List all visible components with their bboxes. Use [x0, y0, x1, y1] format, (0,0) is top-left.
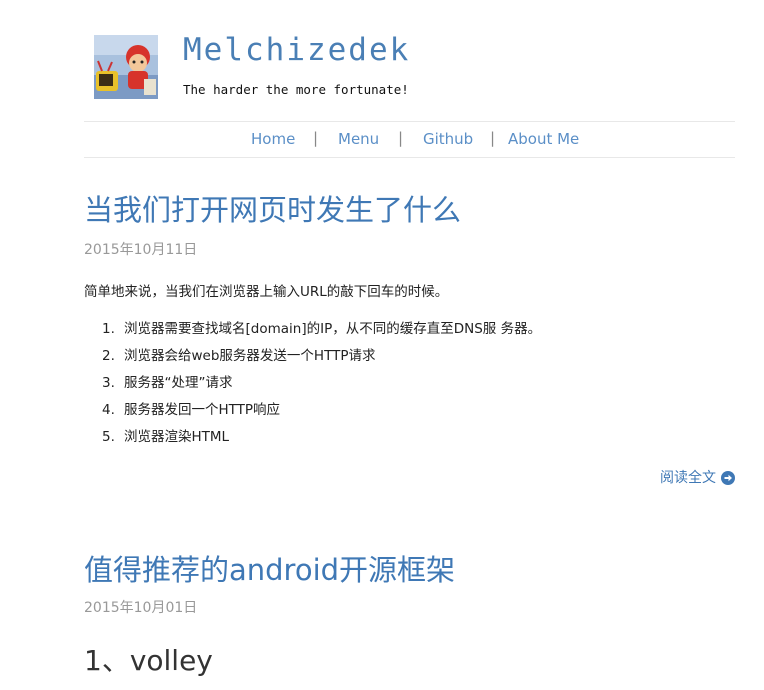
- list-item: 5. 浏览器渲染HTML: [102, 428, 541, 455]
- post-date: 2015年10月01日: [84, 600, 198, 616]
- post-title-link[interactable]: 当我们打开网页时发生了什么: [84, 196, 461, 225]
- read-more-link[interactable]: 阅读全文: [660, 471, 735, 485]
- post-title-link[interactable]: 值得推荐的android开源框架: [84, 556, 455, 585]
- list-text: 服务器发回一个HTTP响应: [124, 402, 281, 418]
- list-text: 服务器“处理”请求: [124, 375, 233, 391]
- post-steps-list: 1. 浏览器需要查找域名[domain]的IP，从不同的缓存直至DNS服 务器。 …: [102, 320, 541, 455]
- nav-separator: |: [490, 129, 496, 147]
- site-header: Melchizedek The harder the more fortunat…: [84, 0, 735, 122]
- list-number: 5.: [102, 429, 115, 445]
- list-item: 3. 服务器“处理”请求: [102, 374, 541, 401]
- post-date: 2015年10月11日: [84, 242, 198, 258]
- list-text: 浏览器需要查找域名[domain]的IP，从不同的缓存直至DNS服 务器。: [124, 321, 542, 337]
- list-text: 浏览器渲染HTML: [124, 429, 230, 445]
- nav-separator: |: [313, 129, 319, 147]
- list-number: 4.: [102, 402, 115, 418]
- nav-github-link[interactable]: Github: [423, 132, 473, 147]
- list-number: 3.: [102, 375, 115, 391]
- list-number: 1.: [102, 321, 115, 337]
- nav-separator: |: [398, 129, 404, 147]
- arrow-right-circle-icon: [721, 471, 735, 485]
- post-section-heading: 1、volley: [84, 644, 213, 677]
- list-text: 浏览器会给web服务器发送一个HTTP请求: [124, 348, 376, 364]
- page-container: Melchizedek The harder the more fortunat…: [84, 0, 735, 675]
- nav-menu-link[interactable]: Menu: [338, 132, 379, 147]
- list-number: 2.: [102, 348, 115, 364]
- list-item: 1. 浏览器需要查找域名[domain]的IP，从不同的缓存直至DNS服 务器。: [102, 320, 541, 347]
- main-nav: Home | Menu | Github | About Me: [84, 121, 735, 158]
- read-more-label: 阅读全文: [660, 470, 716, 486]
- post-intro: 简单地来说，当我们在浏览器上输入URL的敲下回车的时候。: [84, 284, 449, 300]
- site-title[interactable]: Melchizedek: [183, 35, 410, 66]
- site-tagline: The harder the more fortunate!: [183, 82, 409, 97]
- avatar-image: [94, 35, 158, 99]
- list-item: 2. 浏览器会给web服务器发送一个HTTP请求: [102, 347, 541, 374]
- nav-home-link[interactable]: Home: [251, 132, 295, 147]
- avatar[interactable]: [94, 35, 158, 99]
- nav-about-link[interactable]: About Me: [508, 132, 579, 147]
- list-item: 4. 服务器发回一个HTTP响应: [102, 401, 541, 428]
